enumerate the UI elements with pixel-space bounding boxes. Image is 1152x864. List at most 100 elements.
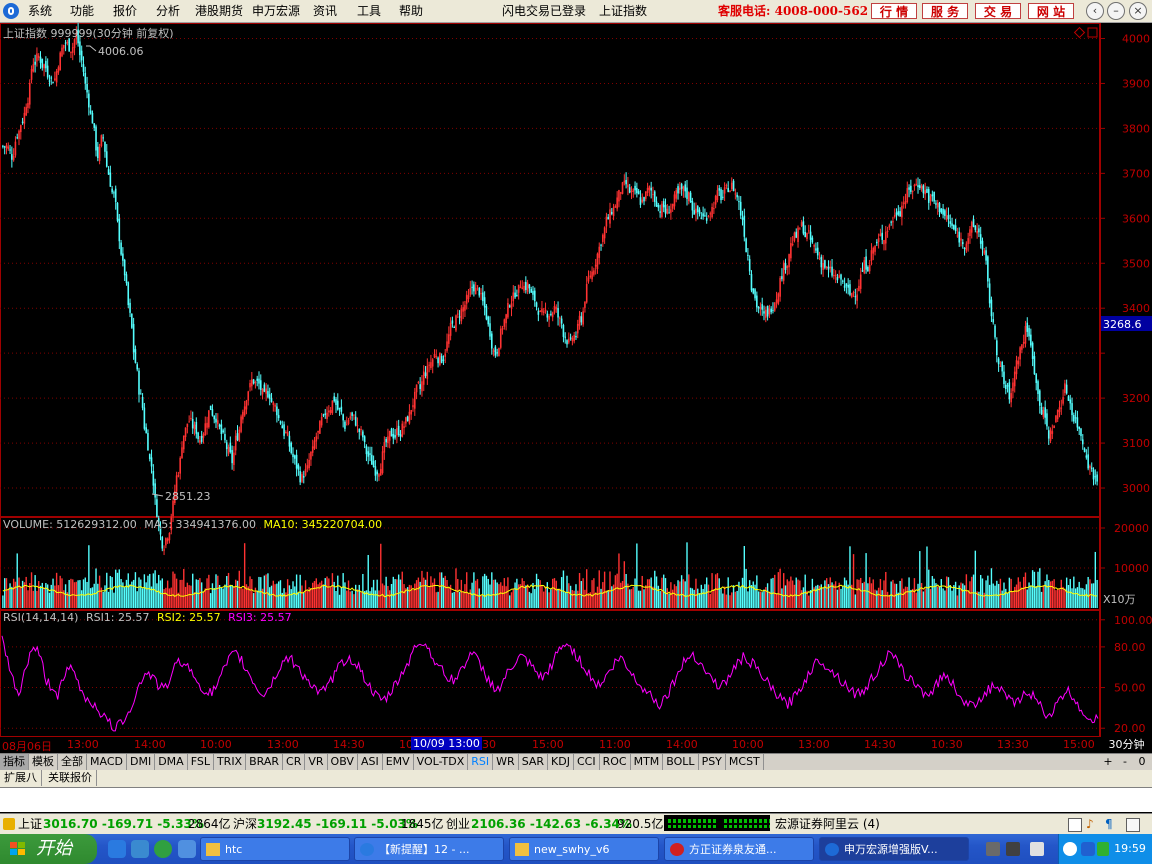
menu-system[interactable]: 系统 — [28, 0, 52, 22]
candle-body — [768, 308, 771, 315]
tab-indicator-brar[interactable]: BRAR — [246, 754, 284, 770]
quote-button[interactable]: 行 情 — [871, 3, 917, 19]
zoom-in-button[interactable]: + — [1101, 755, 1115, 769]
candle-body — [643, 197, 645, 202]
task-founder[interactable]: 方正证券泉友通... — [664, 837, 814, 861]
candle-body — [102, 137, 104, 139]
start-button[interactable]: 开始 — [0, 834, 97, 864]
task-htc[interactable]: htc — [200, 837, 350, 861]
task-forum[interactable]: 【新提醒】12 - ... — [354, 837, 504, 861]
candle-body — [757, 307, 760, 309]
candle-body — [258, 378, 260, 384]
candle-body — [693, 210, 695, 215]
candle-body — [953, 224, 955, 230]
rsi-name: RSI(14,14,14) — [3, 611, 78, 624]
broadcast-icon[interactable]: ♪ — [1086, 817, 1094, 831]
window-icon[interactable] — [1068, 818, 1082, 832]
sh-index-value[interactable]: 3016.70 -169.71 -5.33% — [43, 814, 204, 834]
tab-indicator-vr[interactable]: VR — [305, 754, 328, 770]
media-icon[interactable] — [178, 840, 196, 858]
security-shield-icon[interactable] — [1081, 842, 1095, 856]
tab-indicator-trix[interactable]: TRIX — [214, 754, 247, 770]
tab-indicator-obv[interactable]: OBV — [328, 754, 358, 770]
rsi2-value: RSI2: 25.57 — [157, 611, 221, 624]
help-circle-icon[interactable]: ‹ — [1086, 2, 1104, 20]
candle-body — [956, 235, 959, 237]
ticker-menu-icon[interactable] — [3, 818, 15, 830]
menu-tools[interactable]: 工具 — [357, 0, 381, 22]
kline-chart[interactable]: 4000 3900 3800 3700 3600 3500 3400 3200 3100 3000… — [0, 23, 1152, 737]
tab-indicator-macd[interactable]: MACD — [87, 754, 127, 770]
hs-index-value[interactable]: 3192.45 -169.11 -5.03% — [257, 814, 418, 834]
folder-icon — [206, 843, 220, 856]
candle-body — [759, 307, 762, 310]
lock-icon[interactable] — [1126, 818, 1140, 832]
candle-body — [453, 327, 455, 329]
period-selector[interactable]: 30分钟 — [1101, 737, 1152, 753]
tab-indicator-emv[interactable]: EMV — [383, 754, 414, 770]
menu-quote[interactable]: 报价 — [113, 0, 137, 22]
candle-body — [967, 238, 969, 244]
signal-cell — [739, 819, 742, 823]
service-button[interactable]: 服 务 — [922, 3, 968, 19]
tab-indicator-指标[interactable]: 指标 — [0, 754, 29, 770]
task-new-swhy[interactable]: new_swhy_v6 — [509, 837, 659, 861]
diamond-icon[interactable] — [1073, 26, 1086, 39]
candle-body — [154, 483, 156, 498]
menu-function[interactable]: 功能 — [70, 0, 94, 22]
tab-indicator-roc[interactable]: ROC — [600, 754, 631, 770]
restore-panel-icon[interactable] — [1087, 27, 1098, 38]
tab-indicator-vol-tdx[interactable]: VOL-TDX — [414, 754, 469, 770]
tab-indicator-asi[interactable]: ASI — [358, 754, 383, 770]
menu-hk-futures[interactable]: 港股期货 — [195, 0, 243, 22]
tab-indicator-kdj[interactable]: KDJ — [548, 754, 574, 770]
tray-app-icon[interactable] — [1030, 842, 1044, 856]
tab-indicator-rsi[interactable]: RSI — [468, 754, 494, 770]
tab-indicator-cr[interactable]: CR — [283, 754, 306, 770]
menu-help[interactable]: 帮助 — [399, 0, 423, 22]
tab-indicator-wr[interactable]: WR — [493, 754, 519, 770]
tab-indicator-psy[interactable]: PSY — [699, 754, 726, 770]
menu-swhy[interactable]: 申万宏源 — [252, 0, 300, 22]
tab-extension-eight[interactable]: 扩展八 — [0, 770, 42, 786]
tab-indicator-boll[interactable]: BOLL — [663, 754, 699, 770]
tray-expand-icon[interactable] — [1063, 842, 1077, 856]
close-icon[interactable]: × — [1129, 2, 1147, 20]
menu-news[interactable]: 资讯 — [313, 0, 337, 22]
svg-text:VOLUME: 512629312.00 MA5:: VOLUME: 512629312.00 MA5: 334941376.00 M… — [3, 518, 382, 531]
tray-app-icon[interactable] — [1006, 842, 1020, 856]
tab-indicator-dma[interactable]: DMA — [155, 754, 188, 770]
candle-body — [34, 61, 36, 65]
trade-button[interactable]: 交 易 — [975, 3, 1021, 19]
menu-analysis[interactable]: 分析 — [156, 0, 180, 22]
browser-icon[interactable] — [154, 840, 172, 858]
candle-body — [455, 315, 457, 331]
website-button[interactable]: 网 站 — [1028, 3, 1074, 19]
candle-body — [607, 217, 610, 220]
tab-indicator-mtm[interactable]: MTM — [631, 754, 664, 770]
tray-app-icon[interactable] — [986, 842, 1000, 856]
candle-body — [132, 323, 135, 353]
cy-index-value[interactable]: 2106.36 -142.63 -6.34% — [471, 814, 632, 834]
minimize-icon[interactable]: – — [1107, 2, 1125, 20]
signal-cell — [739, 825, 742, 828]
tab-indicator-sar[interactable]: SAR — [519, 754, 549, 770]
tab-indicator-fsl[interactable]: FSL — [188, 754, 214, 770]
reset-zoom-button[interactable]: 0 — [1135, 755, 1149, 769]
candle-body — [858, 285, 860, 291]
zoom-out-button[interactable]: - — [1118, 755, 1132, 769]
tab-indicator-模板[interactable]: 模板 — [29, 754, 58, 770]
svg-text:RSI(14,14,14) RSI1: 25.57: RSI(14,14,14) RSI1: 25.57 RSI2: 25.57 RS… — [3, 611, 292, 624]
signal-cell — [678, 825, 681, 828]
desktop-icon[interactable] — [131, 840, 149, 858]
ie-icon[interactable] — [108, 840, 126, 858]
candle-body — [867, 267, 869, 272]
candle-body — [428, 364, 430, 366]
tab-indicator-mcst[interactable]: MCST — [726, 754, 764, 770]
task-swhy-enhanced[interactable]: 申万宏源增强版V... — [819, 837, 969, 861]
tab-indicator-cci[interactable]: CCI — [574, 754, 600, 770]
tab-indicator-dmi[interactable]: DMI — [127, 754, 156, 770]
tab-indicator-全部[interactable]: 全部 — [58, 754, 87, 770]
network-icon: ¶ — [1105, 817, 1113, 831]
tab-related-quotes[interactable]: 关联报价 — [44, 770, 97, 786]
